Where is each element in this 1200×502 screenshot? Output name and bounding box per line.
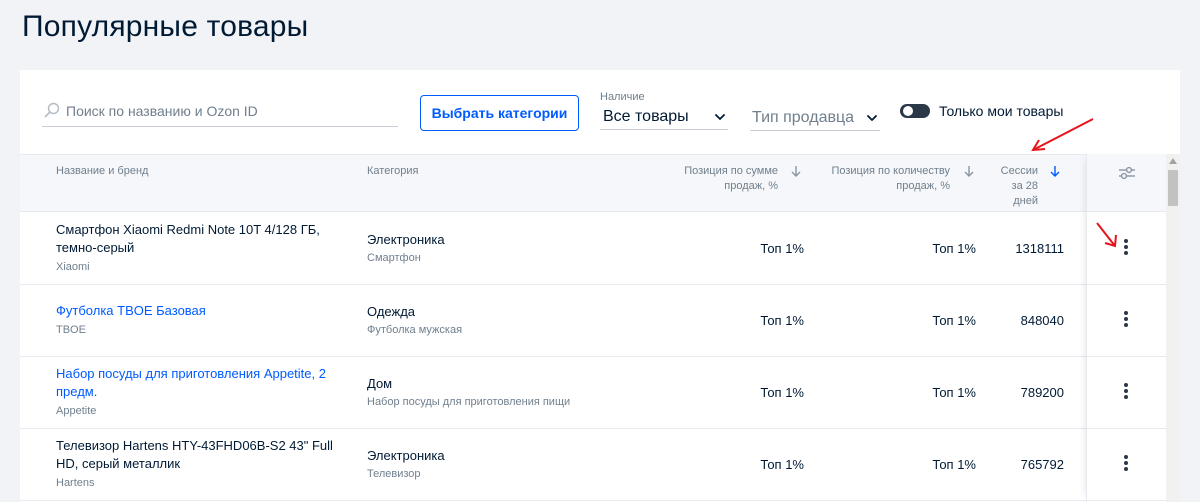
popular-products-card: Выбрать категории Наличие Все товары Тип… (20, 70, 1180, 502)
sales-sum-position: Топ 1% (760, 313, 804, 328)
only-mine-toggle[interactable] (900, 104, 930, 118)
more-vertical-icon[interactable] (1117, 380, 1135, 402)
product-name: Телевизор Hartens HTY-43FHD06B-S2 43" Fu… (56, 437, 346, 473)
column-sessions-line2: за 28 (1011, 180, 1038, 192)
column-sales-qty-line1: Позиция по количеству (831, 165, 950, 177)
annotation-arrow-icon (1096, 222, 1117, 248)
table-header: Название и бренд Категория Позиция по су… (20, 154, 1180, 212)
product-category: Электроника (367, 232, 445, 247)
product-category: Дом (367, 376, 393, 391)
availability-select[interactable]: Все товары (600, 104, 728, 130)
product-subcategory: Телевизор (367, 468, 421, 480)
select-categories-button[interactable]: Выбрать категории (420, 95, 579, 131)
product-name-link[interactable]: Набор посуды для приготовления Appetite,… (56, 365, 346, 401)
product-brand: Xiaomi (56, 261, 90, 273)
product-brand: Hartens (56, 477, 95, 489)
column-sales-sum-line2: продаж, % (724, 180, 778, 192)
product-subcategory: Смартфон (367, 252, 421, 264)
sliders-icon[interactable] (1117, 164, 1137, 182)
product-name-line: HD, серый металлик (56, 456, 181, 471)
sessions-value: 765792 (1020, 457, 1064, 472)
product-name-link[interactable]: Футболка TBOE Базовая (56, 302, 346, 320)
table-row[interactable]: Телевизор Hartens HTY-43FHD06B-S2 43" Fu… (20, 429, 1086, 501)
more-vertical-icon[interactable] (1117, 308, 1135, 330)
arrow-down-icon[interactable] (790, 165, 802, 178)
column-category[interactable]: Категория (367, 164, 418, 179)
product-brand: TBOE (56, 324, 86, 336)
table-row[interactable]: Футболка TBOE Базовая TBOE Одежда Футбол… (20, 285, 1086, 357)
product-name-line: Набор посуды для приготовления Appetite,… (56, 366, 326, 381)
column-sessions-line3: дней (1013, 195, 1038, 207)
scroll-up-icon[interactable] (1169, 158, 1177, 164)
sales-qty-position: Топ 1% (932, 313, 976, 328)
product-name-line: темно-серый (56, 240, 135, 255)
column-name[interactable]: Название и бренд (56, 164, 148, 179)
table-scrollbar[interactable] (1166, 154, 1180, 502)
column-sessions-line1: Сессии (1000, 165, 1038, 177)
chevron-down-icon (715, 113, 725, 120)
toggle-knob (903, 106, 913, 116)
arrow-down-icon[interactable] (1049, 165, 1061, 178)
sessions-value: 789200 (1020, 385, 1064, 400)
column-sales-sum-position[interactable]: Позиция по сумме продаж, % (660, 164, 778, 194)
product-category: Электроника (367, 448, 445, 463)
more-vertical-icon[interactable] (1117, 452, 1135, 474)
product-name-line: Смартфон Xiaomi Redmi Note 10T 4/128 ГБ, (56, 222, 320, 237)
seller-type-select[interactable]: Тип продавца (750, 105, 880, 131)
product-name: Смартфон Xiaomi Redmi Note 10T 4/128 ГБ,… (56, 221, 346, 257)
sales-sum-position: Топ 1% (760, 385, 804, 400)
product-name-line: предм. (56, 384, 98, 399)
scrollbar-thumb[interactable] (1168, 170, 1178, 206)
availability-label: Наличие (600, 91, 645, 103)
column-sales-qty-position[interactable]: Позиция по количеству продаж, % (810, 164, 950, 194)
search-input[interactable] (66, 100, 386, 122)
sales-qty-position: Топ 1% (932, 457, 976, 472)
sales-sum-position: Топ 1% (760, 457, 804, 472)
sessions-value: 1318111 (1015, 241, 1064, 256)
column-settings-header (1087, 154, 1167, 212)
table-row[interactable]: Смартфон Xiaomi Redmi Note 10T 4/128 ГБ,… (20, 213, 1086, 285)
product-name-line: Футболка TBOE Базовая (56, 303, 206, 318)
column-sales-qty-line2: продаж, % (896, 180, 950, 192)
column-sessions[interactable]: Сессии за 28 дней (982, 164, 1038, 209)
table-row[interactable]: Набор посуды для приготовления Appetite,… (20, 357, 1086, 429)
sessions-value: 848040 (1020, 313, 1064, 328)
product-name-line: Телевизор Hartens HTY-43FHD06B-S2 43" Fu… (56, 438, 333, 453)
product-brand: Appetite (56, 405, 97, 417)
sales-qty-position: Топ 1% (932, 385, 976, 400)
seller-type-placeholder: Тип продавца (752, 108, 855, 126)
page-title: Популярные товары (22, 10, 309, 43)
search-icon (44, 102, 60, 118)
product-category: Одежда (367, 304, 416, 319)
annotation-arrow-icon (1031, 118, 1094, 152)
availability-value: Все товары (603, 107, 689, 125)
column-sales-sum-line1: Позиция по сумме (684, 165, 778, 177)
search-field[interactable] (42, 96, 398, 127)
sales-sum-position: Топ 1% (760, 241, 804, 256)
product-subcategory: Футболка мужская (367, 324, 463, 336)
arrow-down-icon[interactable] (963, 165, 975, 178)
product-subcategory: Набор посуды для приготовления пищи (367, 396, 571, 408)
sales-qty-position: Топ 1% (932, 241, 976, 256)
chevron-down-icon (867, 114, 877, 121)
